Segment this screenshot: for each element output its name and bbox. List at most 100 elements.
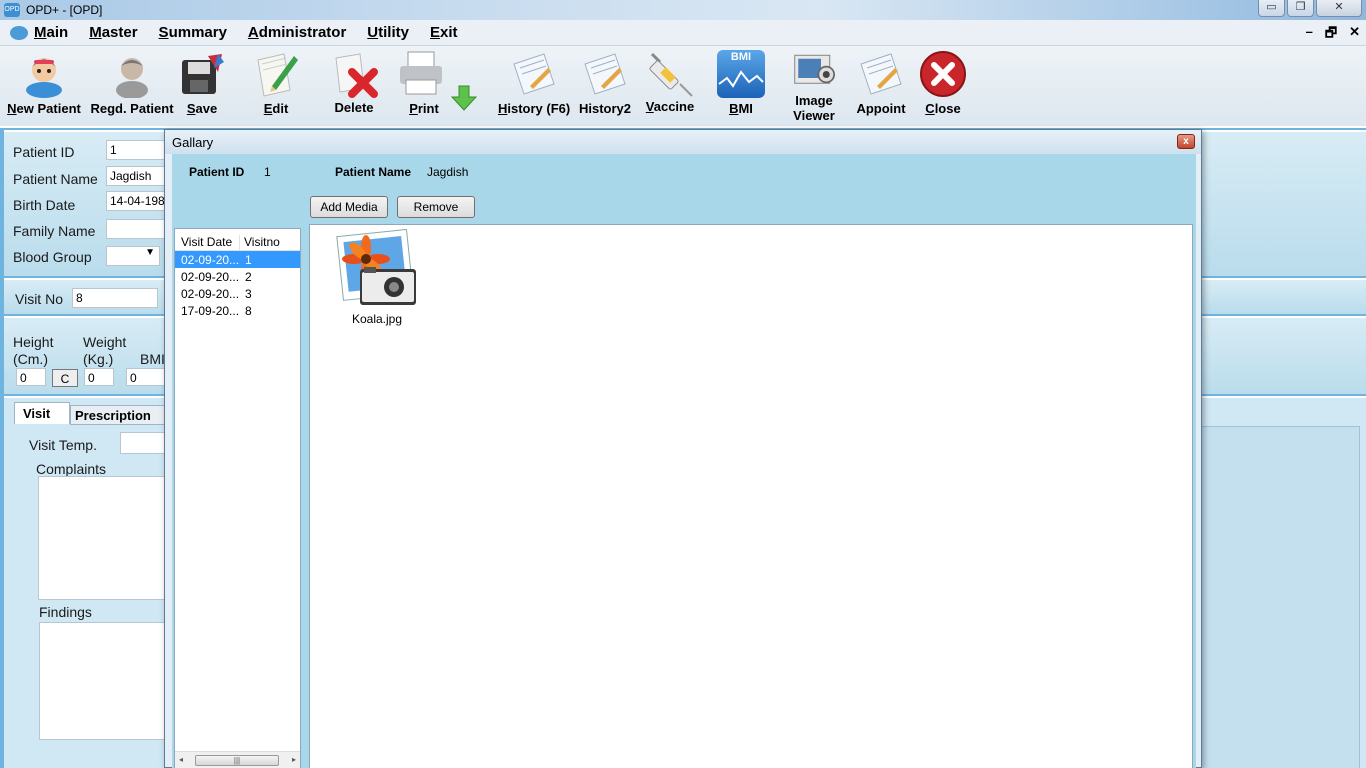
add-media-button[interactable]: Add Media bbox=[310, 196, 388, 218]
patient-name-field[interactable]: Jagdish bbox=[106, 166, 166, 186]
family-name-label: Family Name bbox=[13, 223, 96, 239]
findings-textarea[interactable] bbox=[39, 622, 169, 740]
complaints-label: Complaints bbox=[36, 461, 107, 477]
tab-visit[interactable]: Visit bbox=[14, 402, 70, 424]
weight-field[interactable]: 0 bbox=[84, 368, 114, 386]
app-icon: OPD bbox=[4, 3, 20, 17]
visit-list-hscrollbar[interactable]: ◂ ||| ▸ bbox=[175, 751, 300, 768]
new-patient-button[interactable]: New Patient bbox=[4, 46, 84, 126]
visit-date: 02-09-20... bbox=[181, 269, 240, 284]
close-icon bbox=[920, 51, 966, 97]
history2-button[interactable]: History2 bbox=[576, 46, 634, 126]
media-filename: Koala.jpg bbox=[351, 312, 403, 326]
history2-icon bbox=[584, 53, 626, 95]
findings-label: Findings bbox=[39, 604, 92, 620]
print-arrow-icon bbox=[450, 85, 478, 111]
patient-id-label: Patient ID bbox=[13, 144, 75, 160]
menu-master[interactable]: Master bbox=[89, 24, 137, 41]
visit-temp-label: Visit Temp. bbox=[29, 437, 97, 453]
scroll-right-icon[interactable]: ▸ bbox=[292, 755, 296, 764]
save-icon bbox=[182, 54, 224, 94]
history-icon bbox=[513, 53, 555, 95]
visit-temp-field[interactable] bbox=[120, 432, 170, 454]
visit-date: 17-09-20... bbox=[181, 303, 240, 318]
delete-label: Delete bbox=[334, 100, 374, 115]
mdi-minimize-button[interactable]: – bbox=[1306, 24, 1313, 46]
close-button[interactable]: Close bbox=[914, 46, 972, 126]
remove-button[interactable]: Remove bbox=[397, 196, 475, 218]
gallery-body: Patient ID 1 Patient Name Jagdish Add Me… bbox=[172, 154, 1196, 768]
scroll-thumb[interactable]: ||| bbox=[195, 755, 279, 766]
chevron-down-icon: ▼ bbox=[145, 247, 155, 258]
column-visit-date[interactable]: Visit Date bbox=[175, 235, 239, 250]
visit-no: 8 bbox=[245, 303, 252, 318]
visit-list: Visit Date Visitno 02-09-20... 1 02-09-2… bbox=[174, 228, 301, 768]
bmi-label: BMI bbox=[729, 101, 753, 116]
vaccine-button[interactable]: Vaccine bbox=[640, 46, 700, 126]
gallery-title: Gallary bbox=[172, 135, 214, 150]
print-label: Print bbox=[409, 101, 439, 116]
column-visitno[interactable]: Visitno bbox=[239, 235, 295, 250]
gallery-titlebar: Gallary bbox=[165, 130, 1201, 154]
print-icon bbox=[400, 51, 442, 95]
delete-icon bbox=[335, 53, 378, 98]
visit-row[interactable]: 02-09-20... 3 bbox=[175, 285, 300, 302]
image-viewer-label-line1: Image bbox=[795, 93, 833, 108]
window-close-button[interactable]: ✕ bbox=[1316, 0, 1362, 17]
tab-prescription[interactable]: Prescription bbox=[70, 405, 170, 425]
edit-button[interactable]: Edit bbox=[248, 46, 304, 126]
calc-button[interactable]: C bbox=[52, 369, 78, 387]
mdi-child-icon bbox=[10, 25, 28, 40]
maximize-button[interactable]: ❐ bbox=[1287, 0, 1314, 17]
regd-patient-button[interactable]: Regd. Patient bbox=[88, 46, 176, 126]
right-panel bbox=[1200, 426, 1360, 768]
history-button[interactable]: History (F6) bbox=[498, 46, 570, 126]
delete-button[interactable]: Delete bbox=[322, 46, 386, 126]
weight-label: Weight bbox=[83, 334, 127, 350]
menu-main[interactable]: Main bbox=[34, 24, 68, 41]
menu-summary[interactable]: Summary bbox=[159, 24, 227, 41]
menu-exit[interactable]: Exit bbox=[430, 24, 458, 41]
patient-id-field[interactable]: 1 bbox=[106, 140, 166, 160]
appoint-icon bbox=[860, 53, 902, 95]
media-pane: Koala.jpg bbox=[309, 224, 1193, 768]
visit-date: 02-09-20... bbox=[181, 252, 240, 267]
bmi-field[interactable]: 0 bbox=[126, 368, 166, 386]
gallery-close-button[interactable]: x bbox=[1177, 134, 1195, 149]
blood-group-select[interactable]: ▼ bbox=[106, 246, 160, 266]
minimize-button[interactable]: ▭ bbox=[1258, 0, 1285, 17]
visit-row[interactable]: 02-09-20... 1 bbox=[175, 251, 300, 268]
edit-label: Edit bbox=[263, 101, 289, 116]
visit-no: 3 bbox=[245, 286, 252, 301]
photo-camera-icon bbox=[336, 228, 416, 305]
save-button[interactable]: Save bbox=[176, 46, 228, 126]
family-name-field[interactable] bbox=[106, 219, 166, 239]
height-field[interactable]: 0 bbox=[16, 368, 46, 386]
window-titlebar: OPD OPD+ - [OPD] ▭ ❐ ✕ bbox=[0, 0, 1366, 20]
bmi-button[interactable]: BMI BMI bbox=[712, 46, 770, 126]
history2-label: History2 bbox=[578, 101, 632, 116]
mdi-restore-button[interactable]: 🗗 bbox=[1325, 24, 1337, 46]
visit-row[interactable]: 17-09-20... 8 bbox=[175, 302, 300, 319]
print-button[interactable]: Print bbox=[398, 46, 478, 126]
complaints-textarea[interactable] bbox=[38, 476, 168, 600]
media-item[interactable]: Koala.jpg bbox=[330, 228, 424, 326]
birth-date-field[interactable]: 14-04-1982 bbox=[106, 191, 166, 211]
vaccine-label: Vaccine bbox=[645, 99, 695, 114]
appoint-button[interactable]: Appoint bbox=[852, 46, 910, 126]
menu-utility[interactable]: Utility bbox=[367, 24, 409, 41]
height-label: Height bbox=[13, 334, 54, 350]
visit-row[interactable]: 02-09-20... 2 bbox=[175, 268, 300, 285]
gallery-patient-id-value: 1 bbox=[264, 165, 271, 179]
menu-bar: Main Master Summary Administrator Utilit… bbox=[0, 20, 1366, 46]
history-label: History (F6) bbox=[498, 101, 571, 116]
menu-administrator[interactable]: Administrator bbox=[248, 24, 346, 41]
new-patient-label: New Patient bbox=[7, 101, 81, 116]
bmi-field-label: BMI bbox=[140, 351, 165, 367]
edit-icon bbox=[257, 53, 298, 97]
image-viewer-button[interactable]: Image Viewer bbox=[778, 46, 850, 126]
image-viewer-label-line2: Viewer bbox=[793, 108, 835, 123]
scroll-left-icon[interactable]: ◂ bbox=[179, 755, 183, 764]
mdi-close-button[interactable]: ✕ bbox=[1349, 24, 1360, 46]
visit-no-field[interactable]: 8 bbox=[72, 288, 158, 308]
